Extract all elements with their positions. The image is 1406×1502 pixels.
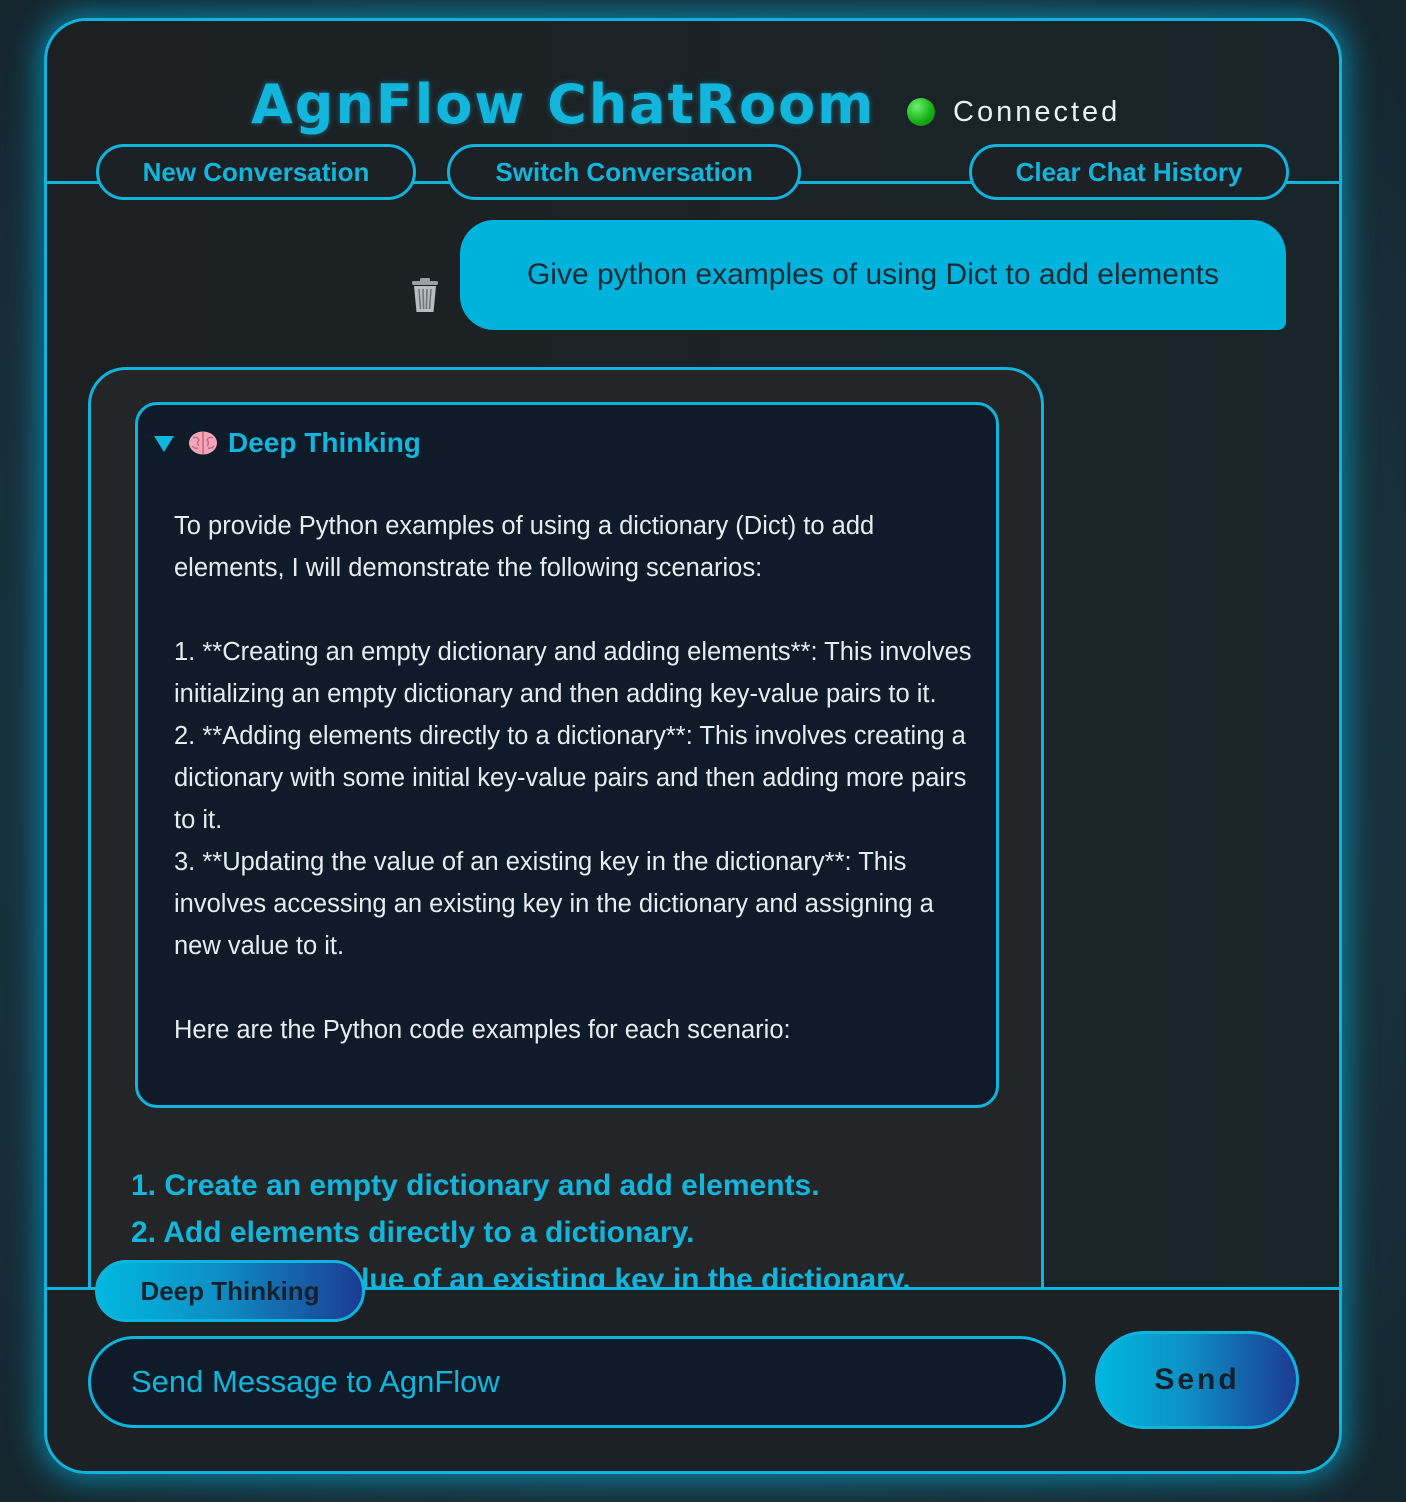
- thinking-text: To provide Python examples of using a di…: [174, 512, 972, 1044]
- answer-item: 2. Add elements directly to a dictionary…: [131, 1216, 695, 1249]
- expand-triangle-icon: [154, 436, 174, 452]
- user-message: Give python examples of using Dict to ad…: [460, 220, 1286, 330]
- app-title: AgnFlow ChatRoom: [251, 73, 876, 136]
- deep-thinking-toggle[interactable]: Deep Thinking: [154, 427, 421, 459]
- switch-conversation-button[interactable]: Switch Conversation: [447, 144, 801, 200]
- status-dot-icon: [907, 98, 935, 126]
- chat-window: AgnFlow ChatRoom Connected New Conversat…: [44, 18, 1342, 1474]
- deep-thinking-button[interactable]: Deep Thinking: [95, 1260, 365, 1322]
- trash-icon[interactable]: [409, 277, 441, 313]
- assistant-message: Deep Thinking To provide Python examples…: [88, 367, 1044, 1367]
- clear-chat-history-button[interactable]: Clear Chat History: [969, 144, 1289, 200]
- message-input[interactable]: [88, 1336, 1066, 1428]
- status-text: Connected: [953, 95, 1121, 128]
- deep-thinking-label: Deep Thinking: [228, 427, 421, 458]
- deep-thinking-panel: Deep Thinking To provide Python examples…: [135, 402, 999, 1108]
- header: AgnFlow ChatRoom Connected New Conversat…: [47, 21, 1339, 200]
- answer-item: 1. Create an empty dictionary and add el…: [131, 1169, 820, 1202]
- brain-icon: [189, 431, 217, 455]
- new-conversation-button[interactable]: New Conversation: [96, 144, 416, 200]
- connection-status: Connected: [907, 95, 1120, 129]
- send-button[interactable]: Send: [1095, 1331, 1299, 1429]
